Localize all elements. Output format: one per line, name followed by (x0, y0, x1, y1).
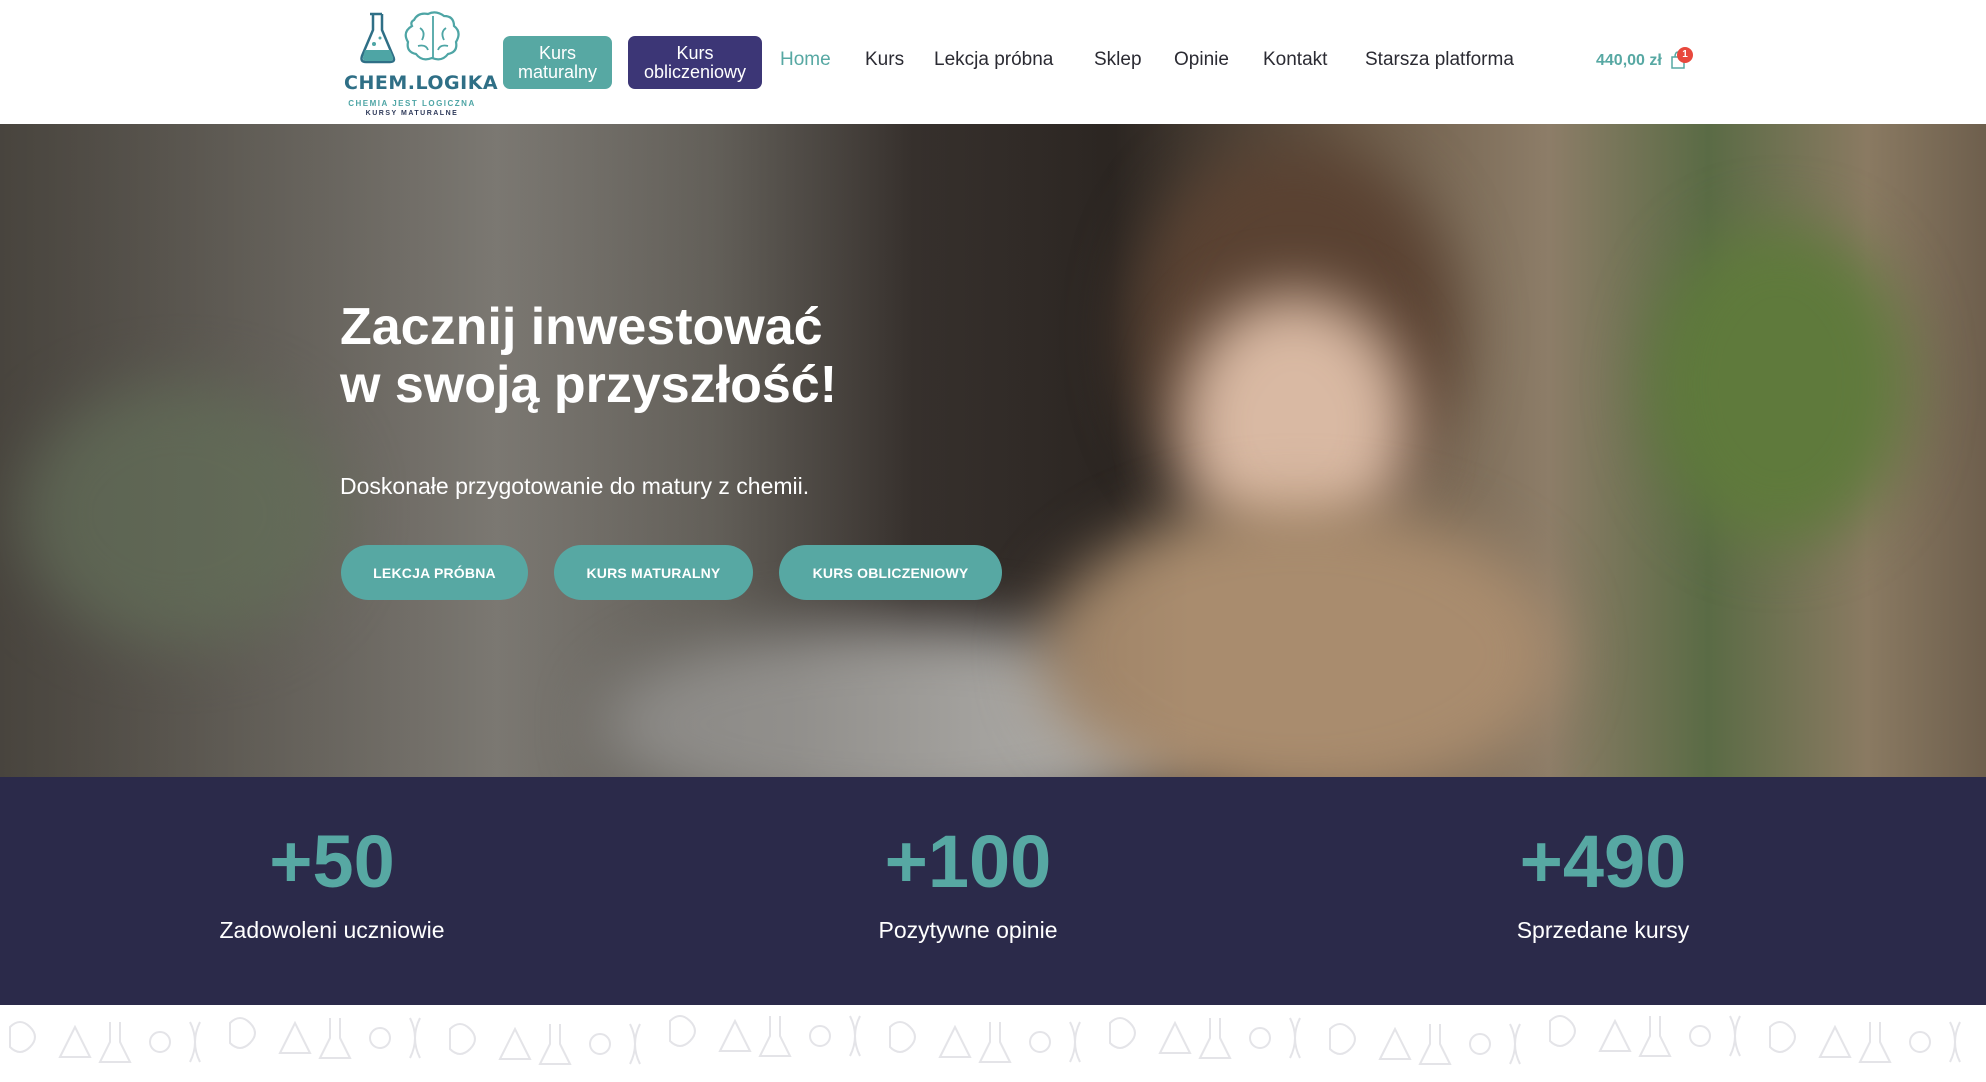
kurs-obliczeniowy-hero-button[interactable]: KURS OBLICZENIOWY (779, 545, 1002, 600)
lekcja-probna-button[interactable]: LEKCJA PRÓBNA (341, 545, 528, 600)
hero-title-line1: Zacznij inwestować (340, 298, 823, 356)
logo-subtagline: KURSY MATURALNE (365, 110, 459, 117)
nav-sklep[interactable]: Sklep (1094, 49, 1142, 71)
site-logo[interactable]: CHEM.LOGIKA CHEMIA JEST LOGICZNA KURSY M… (344, 10, 499, 117)
pill-line2: obliczeniowy (643, 61, 747, 82)
chemistry-doodles-icon (9, 1015, 1961, 1065)
kurs-maturalny-hero-button[interactable]: KURS MATURALNY (554, 545, 753, 600)
site-header: CHEM.LOGIKA CHEMIA JEST LOGICZNA KURSY M… (0, 0, 1986, 124)
kurs-obliczeniowy-button[interactable]: Kurs obliczeniowy (628, 36, 762, 89)
flask-brain-icon (360, 11, 460, 64)
nav-lekcja-probna[interactable]: Lekcja próbna (934, 49, 1053, 71)
cart-count-badge: 1 (1677, 47, 1693, 63)
stat-label-students: Zadowoleni uczniowie (219, 917, 445, 943)
nav-kurs[interactable]: Kurs (865, 49, 904, 71)
stat-label-courses: Sprzedane kursy (1516, 917, 1690, 943)
nav-home[interactable]: Home (780, 49, 831, 71)
stat-value-reviews: +100 (884, 820, 1052, 903)
nav-kontakt[interactable]: Kontakt (1263, 49, 1327, 71)
hero-title: Zacznij inwestować w swoją przyszłość! (340, 298, 940, 414)
kurs-maturalny-button[interactable]: Kurs maturalny (503, 36, 612, 89)
hero-section: Zacznij inwestować w swoją przyszłość! D… (0, 124, 1986, 777)
pill-line1: Kurs (538, 42, 576, 63)
hero-overlay (0, 124, 1986, 777)
nav-starsza-platforma[interactable]: Starsza platforma (1365, 49, 1514, 71)
logo-title: CHEM.LOGIKA (344, 72, 499, 94)
pill-line2: maturalny (517, 61, 598, 82)
chemistry-pattern-background (0, 1005, 1986, 1082)
nav-opinie[interactable]: Opinie (1174, 49, 1229, 71)
stats-section: +50 Zadowoleni uczniowie +100 Pozytywne … (0, 777, 1986, 1005)
cart-amount[interactable]: 440,00 zł (1596, 52, 1662, 70)
stat-label-reviews: Pozytywne opinie (878, 917, 1058, 943)
stat-value-courses: +490 (1519, 820, 1687, 903)
pill-line1: Kurs (676, 42, 714, 63)
hero-title-line2: w swoją przyszłość! (340, 356, 838, 414)
logo-tagline: CHEMIA JEST LOGICZNA (348, 99, 476, 108)
stat-value-students: +50 (269, 820, 395, 903)
hero-subtitle: Doskonałe przygotowanie do matury z chem… (340, 473, 810, 499)
